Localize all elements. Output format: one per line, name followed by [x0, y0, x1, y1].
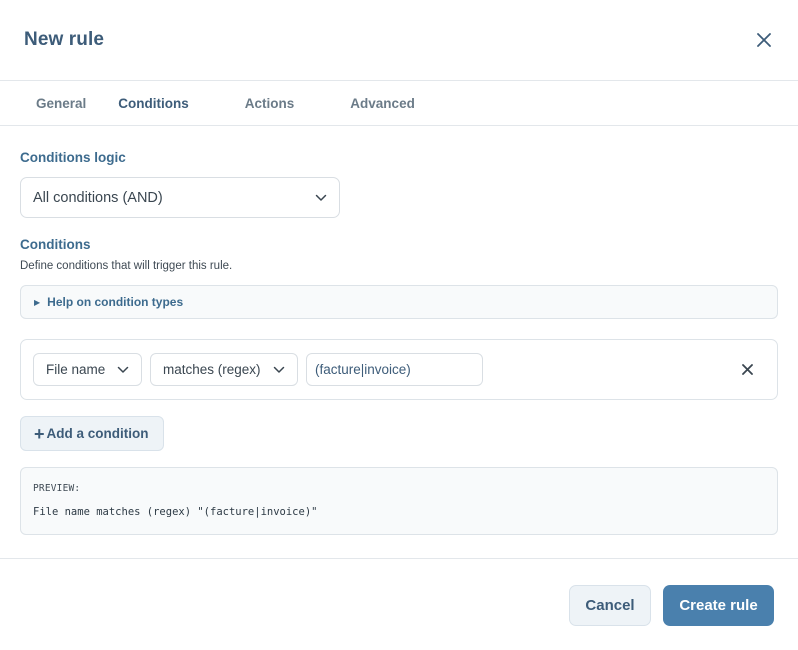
- close-icon: [757, 33, 771, 47]
- close-icon: [741, 364, 753, 375]
- chevron-down-icon: [117, 366, 129, 373]
- help-condition-types-toggle[interactable]: ▶ Help on condition types: [20, 285, 778, 319]
- condition-field-value: File name: [46, 362, 106, 377]
- condition-value-input[interactable]: [306, 353, 483, 386]
- conditions-logic-label: Conditions logic: [20, 150, 126, 165]
- conditions-panel: Conditions logic All conditions (AND) Co…: [0, 150, 798, 535]
- chevron-down-icon: [273, 366, 285, 373]
- plus-icon: +: [34, 423, 45, 444]
- preview-box: PREVIEW: File name matches (regex) "(fac…: [20, 467, 778, 535]
- add-condition-label: Add a condition: [46, 426, 149, 441]
- triangle-right-icon: ▶: [34, 297, 41, 307]
- condition-field-select[interactable]: File name: [33, 353, 142, 386]
- conditions-label: Conditions: [20, 237, 91, 252]
- tab-actions[interactable]: Actions: [245, 96, 295, 111]
- help-toggle-label: Help on condition types: [47, 295, 184, 309]
- tab-advanced[interactable]: Advanced: [350, 96, 415, 111]
- tab-bar: General Conditions Actions Advanced: [0, 81, 798, 126]
- condition-operator-select[interactable]: matches (regex): [150, 353, 298, 386]
- cancel-button[interactable]: Cancel: [569, 585, 651, 626]
- chevron-down-icon: [315, 194, 327, 201]
- new-rule-dialog: New rule General Conditions Actions Adva…: [0, 0, 798, 650]
- dialog-title: New rule: [24, 29, 104, 50]
- conditions-description: Define conditions that will trigger this…: [20, 260, 233, 272]
- preview-label: PREVIEW:: [33, 483, 81, 494]
- condition-row: File name matches (regex): [20, 339, 778, 400]
- conditions-logic-value: All conditions (AND): [33, 189, 163, 206]
- add-condition-button[interactable]: + Add a condition: [20, 416, 164, 451]
- tab-general[interactable]: General: [36, 96, 86, 111]
- remove-condition-button[interactable]: [739, 362, 755, 378]
- condition-operator-value: matches (regex): [163, 362, 261, 377]
- dialog-header: New rule: [0, 0, 798, 81]
- tab-conditions[interactable]: Conditions: [118, 96, 189, 111]
- close-button[interactable]: [752, 28, 776, 52]
- conditions-logic-select[interactable]: All conditions (AND): [20, 177, 340, 218]
- preview-text: File name matches (regex) "(facture|invo…: [33, 506, 318, 518]
- create-rule-button[interactable]: Create rule: [663, 585, 774, 626]
- dialog-footer: Cancel Create rule: [0, 558, 798, 650]
